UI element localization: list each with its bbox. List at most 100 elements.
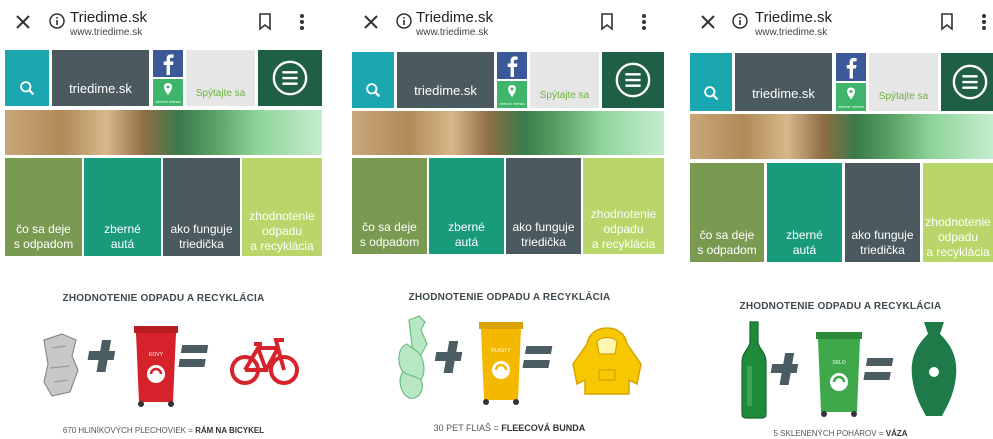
bin-label: KOVY bbox=[149, 352, 164, 358]
bookmark-icon[interactable] bbox=[258, 13, 272, 31]
hero-banner-image bbox=[690, 114, 993, 159]
category-tile-sorting[interactable]: ako funguje triedička bbox=[845, 163, 920, 262]
info-icon[interactable] bbox=[732, 13, 748, 29]
ask-tile[interactable]: Spýtajte sa bbox=[869, 53, 938, 111]
logo-tile[interactable]: triedime.sk bbox=[397, 52, 494, 108]
category-tile-recycling[interactable]: zhodnotenie odpadu a recyklácia bbox=[583, 158, 664, 254]
bicycle-icon bbox=[230, 338, 299, 385]
plus-icon bbox=[434, 341, 463, 373]
plus-icon bbox=[770, 353, 799, 385]
screen-1: Triedime.sk www.triedime.sk triedime.sk … bbox=[0, 0, 327, 439]
logo-tile[interactable]: triedime.sk bbox=[52, 50, 149, 106]
menu-tile[interactable] bbox=[941, 53, 993, 111]
category-label: zberné bbox=[104, 222, 141, 236]
category-label: zhodnotenie bbox=[249, 209, 315, 223]
bookmark-icon[interactable] bbox=[600, 13, 614, 31]
facebook-icon bbox=[846, 57, 857, 79]
hero-banner-image bbox=[352, 111, 664, 155]
info-icon[interactable] bbox=[396, 13, 412, 29]
equals-icon bbox=[178, 345, 209, 367]
facebook-tile[interactable] bbox=[836, 53, 866, 81]
more-menu-icon[interactable] bbox=[298, 12, 306, 32]
category-tile-sorting[interactable]: ako funguje triedička bbox=[506, 158, 581, 254]
bin-label: SKLO bbox=[832, 360, 845, 366]
close-icon[interactable] bbox=[361, 12, 381, 32]
menu-tile[interactable] bbox=[602, 52, 664, 108]
category-label: čo sa deje bbox=[362, 220, 417, 234]
category-tile-recycling[interactable]: zhodnotenie odpadu a recyklácia bbox=[923, 163, 993, 262]
infographic-caption: 30 PET FLIAŠ = FLEECOVÁ BUNDA bbox=[433, 423, 586, 433]
category-tile-trucks[interactable]: zberné autá bbox=[84, 158, 161, 256]
site-logo: triedime.sk bbox=[69, 81, 132, 96]
map-pin-label: zberné miesta bbox=[838, 104, 864, 109]
glass-bottle-icon bbox=[741, 321, 767, 419]
site-url: www.triedime.sk bbox=[416, 27, 489, 38]
more-menu-icon[interactable] bbox=[640, 12, 648, 32]
map-pin-tile[interactable]: zberné miesta bbox=[497, 81, 527, 108]
more-menu-icon[interactable] bbox=[980, 12, 988, 32]
site-title: Triedime.sk bbox=[755, 9, 832, 26]
browser-bar: Triedime.sk www.triedime.sk bbox=[0, 0, 327, 44]
plastic-bin-icon bbox=[479, 322, 523, 405]
map-pin-label: zberné miesta bbox=[155, 99, 181, 104]
hamburger-menu-icon bbox=[615, 62, 651, 98]
search-icon bbox=[20, 81, 35, 96]
browser-bar: Triedime.sk www.triedime.sk bbox=[347, 0, 672, 44]
category-tile-waste[interactable]: čo sa deje s odpadom bbox=[690, 163, 764, 262]
search-icon bbox=[704, 86, 719, 101]
category-label: čo sa deje bbox=[16, 222, 71, 236]
crushed-can-icon bbox=[43, 333, 79, 397]
infographic-metal: KOVY bbox=[43, 326, 299, 407]
category-tile-waste[interactable]: čo sa deje s odpadom bbox=[352, 158, 427, 254]
site-logo: triedime.sk bbox=[752, 86, 815, 101]
pet-bottles-icon bbox=[398, 315, 428, 399]
logo-tile[interactable]: triedime.sk bbox=[735, 53, 832, 111]
site-title: Triedime.sk bbox=[416, 9, 493, 26]
screen-2: Triedime.sk www.triedime.sk triedime.sk … bbox=[347, 0, 672, 439]
ask-label: Spýtajte sa bbox=[878, 91, 929, 102]
infographic-caption: 670 HLINÍKOVÝCH PLECHOVIEK = RÁM NA BICY… bbox=[62, 426, 265, 435]
infographic-heading: ZHODNOTENIE ODPADU A RECYKLÁCIA bbox=[62, 293, 265, 304]
close-icon[interactable] bbox=[13, 12, 33, 32]
screen-3: Triedime.sk www.triedime.sk triedime.sk … bbox=[688, 0, 993, 439]
vase-icon bbox=[911, 322, 957, 416]
infographic-plastic: PLASTY bbox=[398, 315, 642, 405]
category-label: zberné bbox=[448, 220, 485, 234]
bin-label: PLASTY bbox=[491, 348, 511, 354]
category-tile-trucks[interactable]: zberné autá bbox=[429, 158, 504, 254]
plus-icon bbox=[87, 340, 116, 372]
search-icon bbox=[366, 83, 381, 98]
ask-tile[interactable]: Spýtajte sa bbox=[186, 50, 255, 106]
category-label: zberné bbox=[786, 228, 823, 242]
facebook-icon bbox=[163, 54, 174, 75]
site-logo: triedime.sk bbox=[414, 83, 477, 98]
category-tile-trucks[interactable]: zberné autá bbox=[767, 163, 842, 262]
bookmark-icon[interactable] bbox=[940, 13, 954, 31]
search-tile[interactable] bbox=[5, 50, 49, 106]
category-tile-waste[interactable]: čo sa deje s odpadom bbox=[5, 158, 82, 256]
infographic-glass: SKLO bbox=[741, 321, 957, 419]
infographic-caption: 5 SKLENENÝCH POHÁROV = VÁZA bbox=[773, 429, 908, 438]
info-icon[interactable] bbox=[49, 13, 65, 29]
facebook-tile[interactable] bbox=[497, 52, 527, 79]
close-icon[interactable] bbox=[698, 12, 718, 32]
hamburger-menu-icon bbox=[952, 64, 988, 100]
site-url: www.triedime.sk bbox=[70, 27, 143, 38]
menu-tile[interactable] bbox=[258, 50, 322, 106]
map-pin-tile[interactable]: zberné miesta bbox=[153, 79, 183, 106]
map-pin-label: zberné miesta bbox=[499, 101, 525, 106]
infographic-heading: ZHODNOTENIE ODPADU A RECYKLÁCIA bbox=[408, 292, 611, 303]
search-tile[interactable] bbox=[352, 52, 394, 108]
ask-label: Spýtajte sa bbox=[539, 90, 590, 101]
category-tile-recycling[interactable]: zhodnotenie odpadu a recyklácia bbox=[242, 158, 322, 256]
facebook-tile[interactable] bbox=[153, 50, 183, 77]
search-tile[interactable] bbox=[690, 53, 732, 111]
ask-tile[interactable]: Spýtajte sa bbox=[530, 52, 599, 108]
map-pin-tile[interactable]: zberné miesta bbox=[836, 83, 866, 111]
category-tile-sorting[interactable]: ako funguje triedička bbox=[163, 158, 240, 256]
hamburger-menu-icon bbox=[272, 60, 308, 96]
glass-bin-icon bbox=[816, 332, 862, 417]
category-label: čo sa deje bbox=[699, 228, 755, 242]
category-label: zhodnotenie bbox=[925, 215, 991, 229]
category-label: zhodnotenie bbox=[590, 207, 657, 221]
